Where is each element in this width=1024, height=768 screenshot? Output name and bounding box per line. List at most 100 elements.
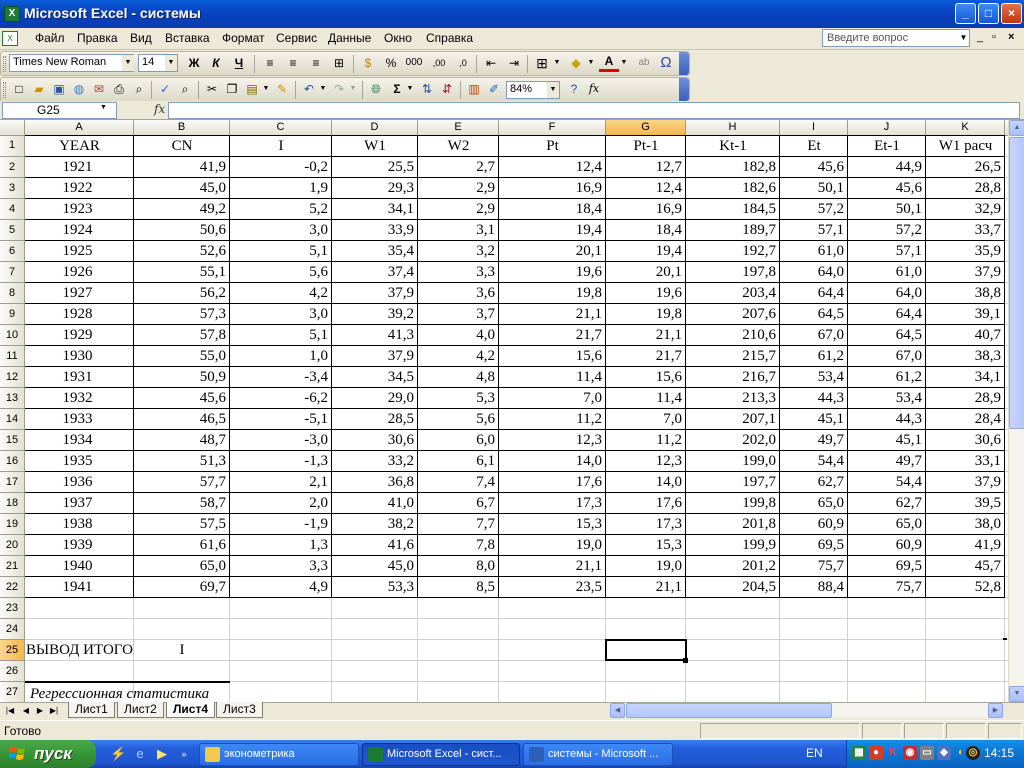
table-cell[interactable]: 201,2 [686,556,776,577]
thousands-button[interactable]: 000 [402,53,426,73]
decrease-indent-icon[interactable]: ⇤ [481,53,501,73]
table-cell[interactable]: 38,0 [926,514,1001,535]
table-cell[interactable]: 199,8 [686,493,776,514]
table-cell[interactable]: 45,6 [780,157,844,178]
table-cell[interactable]: 23,5 [499,577,602,598]
excel-app-icon[interactable]: X [4,6,20,22]
table-cell[interactable]: 28,9 [926,388,1001,409]
row-header-26[interactable]: 26 [0,660,25,682]
table-cell[interactable]: 7,8 [418,535,495,556]
align-right-icon[interactable]: ≡ [306,53,326,73]
column-header-g[interactable]: G [606,120,686,136]
table-cell[interactable]: 61,2 [780,346,844,367]
chart-wizard-icon[interactable]: ▥ [465,79,483,99]
tray-antivirus-icon[interactable]: ◉ [903,746,917,760]
output-title-cell[interactable]: ВЫВОД ИТОГОВ [26,640,134,661]
table-cell[interactable]: 57,7 [134,472,226,493]
table-cell[interactable]: 197,8 [686,262,776,283]
scroll-up-button[interactable]: ▲ [1009,120,1024,136]
table-cell[interactable]: 38,3 [926,346,1001,367]
row-header-25[interactable]: 25 [0,639,25,661]
table-cell[interactable]: 69,7 [134,577,226,598]
font-name-select[interactable]: Times New Roman [9,54,134,72]
table-cell[interactable]: 1930 [25,346,130,367]
table-cell[interactable]: 37,9 [926,472,1001,493]
help-search-input[interactable]: Введите вопрос [822,29,970,47]
tray-network-icon[interactable]: ▦ [852,746,866,760]
undo-dropdown-icon[interactable]: ▼ [318,79,328,99]
table-cell[interactable]: 7,7 [418,514,495,535]
bold-button[interactable]: Ж [184,53,204,73]
redo-icon[interactable]: ↷ [330,79,348,99]
row-header-15[interactable]: 15 [0,429,25,451]
table-cell[interactable]: 4,9 [230,577,328,598]
header-cell[interactable]: I [230,136,332,157]
table-cell[interactable]: 36,8 [332,472,414,493]
table-cell[interactable]: 57,2 [848,220,922,241]
table-cell[interactable]: 40,7 [926,325,1001,346]
table-cell[interactable]: 41,3 [332,325,414,346]
table-cell[interactable]: 17,6 [499,472,602,493]
table-cell[interactable]: 5,6 [418,409,495,430]
table-cell[interactable]: 44,3 [780,388,844,409]
table-cell[interactable]: 38,2 [332,514,414,535]
table-cell[interactable]: 57,5 [134,514,226,535]
font-dropdown-icon[interactable]: ▼ [122,55,134,71]
table-cell[interactable]: 1931 [25,367,130,388]
table-cell[interactable]: 39,1 [926,304,1001,325]
toolbar-grip[interactable] [3,82,6,98]
table-cell[interactable]: 189,7 [686,220,776,241]
table-cell[interactable]: 64,5 [780,304,844,325]
table-cell[interactable]: 19,6 [499,262,602,283]
menu-window[interactable]: Окно [384,31,412,45]
font-color-icon[interactable]: A [599,53,619,72]
header-cell[interactable]: W1 [332,136,418,157]
table-cell[interactable]: 60,9 [848,535,922,556]
table-cell[interactable]: 34,5 [332,367,414,388]
document-icon[interactable]: X [2,31,18,46]
tray-display-icon[interactable]: ◈ [937,746,951,760]
table-cell[interactable]: 16,9 [606,199,682,220]
table-cell[interactable]: 34,1 [926,367,1001,388]
table-cell[interactable]: 30,6 [332,430,414,451]
italic-button[interactable]: К [206,53,226,73]
table-cell[interactable]: 53,4 [848,388,922,409]
menu-format[interactable]: Формат [222,31,265,45]
table-cell[interactable]: 199,0 [686,451,776,472]
table-cell[interactable]: 11,2 [499,409,602,430]
table-cell[interactable]: 57,8 [134,325,226,346]
table-cell[interactable]: 19,4 [499,220,602,241]
maximize-button[interactable]: □ [978,3,999,24]
table-cell[interactable]: 2,1 [230,472,328,493]
tray-monitor-icon[interactable]: ▭ [920,746,934,760]
print-preview-icon[interactable]: ⌕ [130,79,148,99]
table-cell[interactable]: 33,7 [926,220,1001,241]
table-cell[interactable]: 4,2 [418,346,495,367]
header-cell[interactable]: Kt-1 [686,136,780,157]
borders-icon[interactable]: ⊞ [532,53,552,73]
borders-dropdown-icon[interactable]: ▼ [552,53,562,73]
table-cell[interactable]: 44,3 [848,409,922,430]
format-painter-icon[interactable]: ✎ [273,79,291,99]
table-cell[interactable]: 34,1 [332,199,414,220]
table-cell[interactable]: 50,6 [134,220,226,241]
hyperlink-icon[interactable]: 🌐︎ [367,79,385,99]
table-cell[interactable]: 199,9 [686,535,776,556]
table-cell[interactable]: 1933 [25,409,130,430]
table-cell[interactable]: 2,9 [418,178,495,199]
table-cell[interactable]: 64,0 [848,283,922,304]
table-cell[interactable]: 4,8 [418,367,495,388]
table-cell[interactable]: 18,4 [606,220,682,241]
table-cell[interactable]: 19,4 [606,241,682,262]
table-cell[interactable]: 62,7 [848,493,922,514]
table-cell[interactable]: 1939 [25,535,130,556]
output-variable-cell[interactable]: I [134,640,230,661]
table-cell[interactable]: -3,0 [230,430,328,451]
header-cell[interactable]: YEAR [25,136,134,157]
tab-sheet3[interactable]: Лист3 [216,702,263,718]
table-cell[interactable]: 19,6 [606,283,682,304]
row-header-20[interactable]: 20 [0,534,25,556]
table-cell[interactable]: 1938 [25,514,130,535]
table-cell[interactable]: 64,0 [780,262,844,283]
table-cell[interactable]: 4,0 [418,325,495,346]
